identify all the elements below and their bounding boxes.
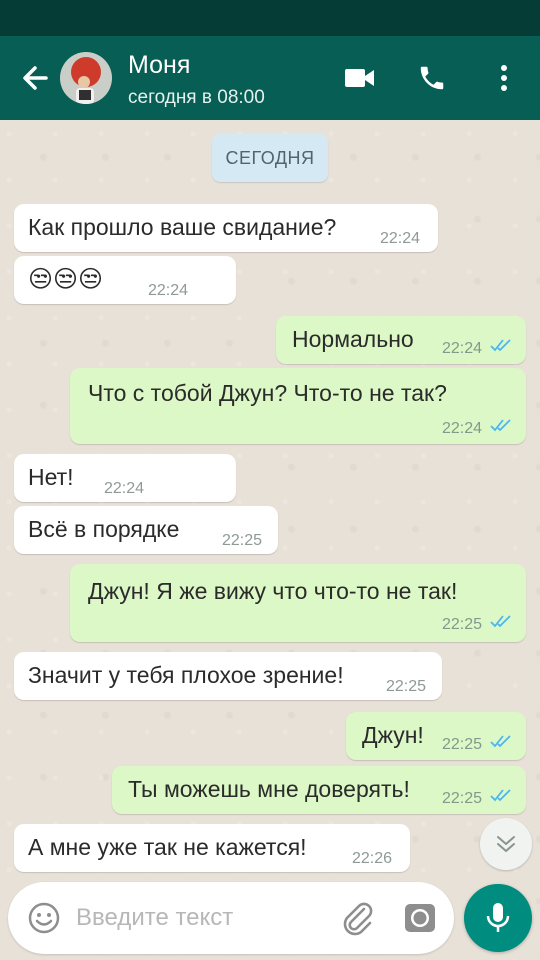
message-text: Джун! Я же вижу что что-то не так! — [88, 578, 458, 604]
paperclip-icon — [343, 902, 373, 936]
message-time: 22:26 — [352, 850, 393, 867]
message-incoming[interactable]: А мне уже так не кажется! 22:26 — [14, 824, 410, 872]
message-incoming[interactable]: 😒😒😒 22:24 — [14, 256, 236, 304]
back-button[interactable] — [16, 58, 56, 98]
message-incoming[interactable]: Значит у тебя плохое зрение! 22:25 — [14, 652, 442, 700]
message-text: Нормально — [292, 326, 414, 352]
message-outgoing[interactable]: Нормально 22:24 — [276, 316, 526, 364]
emoji-icon — [28, 902, 60, 934]
avatar-picture — [71, 57, 101, 104]
message-outgoing[interactable]: Что с тобой Джун? Что-то не так? 22:24 — [70, 368, 526, 444]
back-arrow-icon — [23, 66, 48, 90]
chat-header: Моня сегодня в 08:00 — [0, 36, 540, 120]
message-time: 22:25 — [222, 532, 263, 549]
last-seen-status: сегодня в 08:00 — [128, 87, 265, 108]
message-time: 22:24 — [148, 282, 189, 299]
emoji-button[interactable] — [26, 900, 62, 936]
message-text: Джун! — [362, 722, 424, 748]
read-receipt-icon — [490, 339, 511, 352]
attach-button[interactable] — [340, 900, 376, 936]
status-bar — [0, 0, 540, 36]
message-input[interactable] — [76, 900, 326, 936]
avatar[interactable] — [60, 52, 112, 104]
chat-area[interactable]: СЕГОДНЯ Как прошло ваше свидание? 22:24 … — [0, 120, 540, 960]
videocam-icon — [345, 69, 374, 87]
message-time: 22:24 — [442, 420, 483, 437]
video-call-button[interactable] — [340, 58, 380, 98]
message-text: Всё в порядке — [28, 516, 180, 542]
message-composer — [8, 882, 454, 954]
mic-icon — [486, 903, 510, 932]
message-time: 22:24 — [380, 230, 421, 247]
message-time: 22:24 — [442, 340, 483, 357]
message-time: 22:25 — [442, 616, 483, 633]
message-text: Ты можешь мне доверять! — [128, 776, 410, 802]
message-incoming[interactable]: Как прошло ваше свидание? 22:24 — [14, 204, 438, 252]
message-text: Как прошло ваше свидание? — [28, 214, 337, 240]
read-receipt-icon — [490, 735, 511, 748]
message-outgoing[interactable]: Джун! Я же вижу что что-то не так! 22:25 — [70, 564, 526, 642]
message-text: Значит у тебя плохое зрение! — [28, 662, 344, 688]
camera-button[interactable] — [402, 900, 438, 936]
message-outgoing[interactable]: Ты можешь мне доверять! 22:25 — [112, 766, 526, 814]
scroll-to-bottom-button[interactable] — [480, 818, 532, 870]
message-text: Что с тобой Джун? Что-то не так? — [88, 380, 447, 406]
voice-call-button[interactable] — [412, 58, 452, 98]
message-text: А мне уже так не кажется! — [28, 834, 307, 860]
message-time: 22:25 — [386, 678, 427, 695]
message-incoming[interactable]: Всё в порядке 22:25 — [14, 506, 278, 554]
date-divider: СЕГОДНЯ — [212, 134, 328, 182]
read-receipt-icon — [490, 615, 511, 628]
voice-record-button[interactable] — [464, 884, 532, 952]
contact-name[interactable]: Моня — [128, 51, 190, 80]
message-incoming[interactable]: Нет! 22:24 — [14, 454, 236, 502]
read-receipt-icon — [490, 419, 511, 432]
more-vert-icon — [501, 65, 507, 91]
message-outgoing[interactable]: Джун! 22:25 — [346, 712, 526, 760]
double-chevron-down-icon — [497, 836, 515, 852]
read-receipt-icon — [490, 789, 511, 802]
message-emoji: 😒😒😒 — [28, 266, 104, 293]
phone-icon — [420, 66, 444, 90]
more-options-button[interactable] — [484, 58, 524, 98]
message-time: 22:24 — [104, 480, 145, 497]
camera-icon — [405, 904, 435, 932]
message-text: Нет! — [28, 464, 74, 490]
message-time: 22:25 — [442, 790, 483, 807]
message-time: 22:25 — [442, 736, 483, 753]
